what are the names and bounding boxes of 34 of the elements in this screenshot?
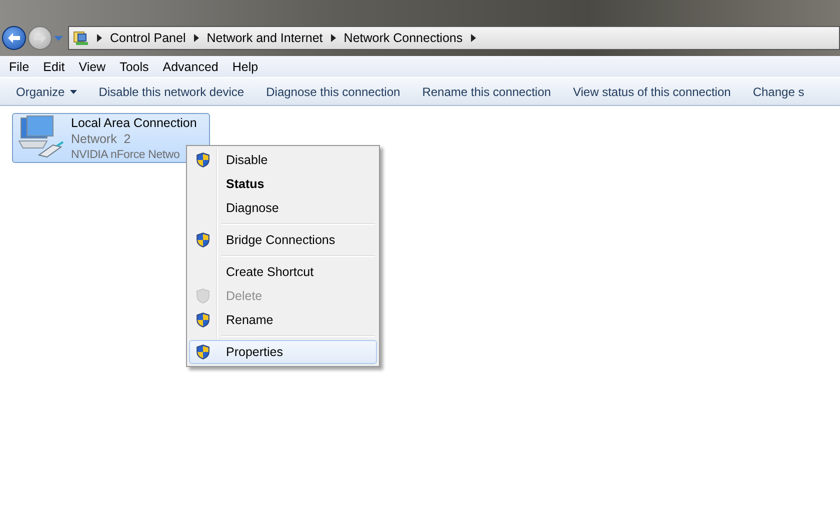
command-button[interactable]: Diagnose this connection	[259, 84, 408, 98]
context-menu-item[interactable]: Rename	[189, 308, 377, 332]
control-panel-icon	[73, 30, 89, 46]
chevron-icon[interactable]	[470, 34, 476, 42]
menu-item[interactable]: Advanced	[156, 60, 226, 74]
chevron-icon[interactable]	[194, 34, 199, 42]
arrow-icon	[7, 32, 21, 44]
breadcrumb[interactable]: Network Connections	[344, 31, 463, 45]
address-bar[interactable]: Control Panel Network and Internet Network Connections	[68, 26, 840, 50]
command-button[interactable]: Organize	[9, 84, 84, 98]
menu-item[interactable]: View	[72, 60, 113, 74]
command-button[interactable]: Change s	[746, 84, 812, 98]
menu-item[interactable]: Tools	[112, 60, 156, 74]
arrow-icon	[33, 32, 47, 44]
chevron-icon[interactable]	[97, 34, 102, 42]
context-menu-item[interactable]: Diagnose	[189, 196, 377, 220]
network-name: Network 2	[71, 131, 132, 147]
command-button[interactable]: Disable this network device	[92, 84, 252, 98]
connection-name: Local Area Connection	[71, 115, 197, 131]
context-menu-item[interactable]: Status	[189, 172, 377, 196]
back-button[interactable]	[2, 26, 26, 50]
adapter-name: NVIDIA nForce Netwo	[71, 148, 181, 163]
menu-item[interactable]: Help	[225, 60, 266, 74]
context-menu-item[interactable]: Create Shortcut	[189, 260, 377, 284]
command-button[interactable]: Rename this connection	[415, 84, 558, 98]
breadcrumb[interactable]: Control Panel	[110, 31, 186, 45]
breadcrumb[interactable]: Network and Internet	[206, 31, 323, 45]
connection-item[interactable]: Local Area Connection Network 2 NVIDIA nForce Netwo	[12, 113, 210, 163]
context-menu-item[interactable]: Bridge Connections	[189, 228, 377, 252]
menu-item[interactable]: File	[2, 60, 36, 74]
menu-item[interactable]: Edit	[36, 60, 72, 74]
context-menu-item[interactable]: Properties	[189, 340, 377, 364]
command-button[interactable]: View status of this connection	[566, 84, 738, 98]
chevron-icon[interactable]	[330, 34, 336, 42]
